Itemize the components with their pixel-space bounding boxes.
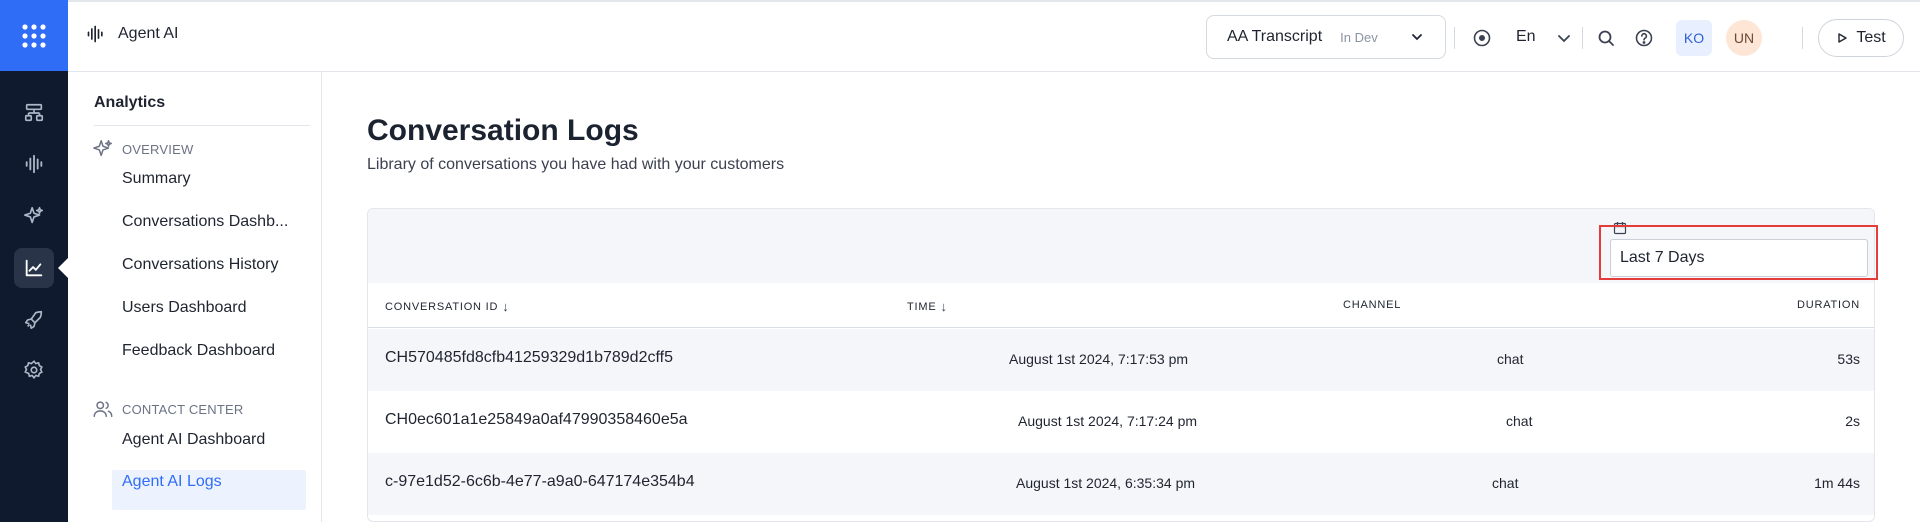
conversation-id: c-97e1d52-6c6b-4e77-a9a0-647174e354b4 <box>385 473 695 490</box>
app-launcher-button[interactable] <box>0 0 68 71</box>
top-header: Agent AI AA Transcript In Dev En KO UN T… <box>68 0 1920 72</box>
test-button[interactable]: Test <box>1818 19 1904 57</box>
conversation-channel: chat <box>1506 413 1533 429</box>
column-label: CHANNEL <box>1343 299 1402 311</box>
table-row[interactable]: c-97e1d52-6c6b-4e77-a9a0-647174e354b4 Au… <box>368 453 1874 515</box>
avatar-un[interactable]: UN <box>1726 20 1762 56</box>
icon-rail <box>0 0 68 522</box>
header-divider <box>1802 27 1803 49</box>
search-icon[interactable] <box>1596 28 1616 48</box>
rail-settings-button[interactable] <box>14 350 54 390</box>
rail-voice-button[interactable] <box>14 144 54 184</box>
calendar-icon <box>1613 222 1627 235</box>
sidebar-item-label: Agent AI Logs <box>122 473 222 490</box>
sidebar-item-feedback-dashboard[interactable]: Feedback Dashboard <box>122 342 318 360</box>
conversation-channel: chat <box>1492 475 1519 491</box>
header-divider <box>1582 27 1583 49</box>
users-icon <box>93 401 113 418</box>
section-label: CONTACT CENTER <box>122 401 244 417</box>
header-divider <box>1454 27 1455 49</box>
column-conversation-id[interactable]: CONVERSATION ID ↓ <box>385 299 510 314</box>
waveform-icon <box>25 154 43 174</box>
help-icon[interactable] <box>1634 28 1654 48</box>
sidebar-item-conversations-history[interactable]: Conversations History <box>122 256 318 274</box>
gear-icon <box>24 360 43 380</box>
table-header: CONVERSATION ID ↓ TIME ↓ CHANNEL DURATIO… <box>368 283 1874 328</box>
language-selector[interactable]: En <box>1516 28 1536 46</box>
page-subtitle: Library of conversations you have had wi… <box>367 156 785 173</box>
divider <box>94 125 310 126</box>
sort-arrow-icon: ↓ <box>502 299 510 314</box>
conversation-duration: 1m 44s <box>1814 475 1860 491</box>
page-title: Conversation Logs <box>367 114 639 147</box>
rail-deploy-button[interactable] <box>14 300 54 340</box>
app-name: AA Transcript <box>1227 28 1323 45</box>
sparkle-icon <box>93 140 112 157</box>
table-row[interactable]: CH570485fd8cfb41259329d1b789d2cff5 Augus… <box>368 329 1874 391</box>
test-label: Test <box>1856 29 1886 46</box>
app-selector[interactable]: AA Transcript In Dev <box>1206 15 1446 59</box>
section-contact-center: CONTACT CENTER <box>92 398 244 420</box>
app-environment: In Dev <box>1340 29 1378 45</box>
grid-icon <box>22 23 46 48</box>
brand: Agent AI <box>86 24 179 44</box>
conversation-id: CH570485fd8cfb41259329d1b789d2cff5 <box>385 349 673 366</box>
section-label: OVERVIEW <box>122 141 194 157</box>
chevron-down-icon <box>1412 34 1422 41</box>
active-indicator <box>58 258 68 278</box>
analytics-sidebar: Analytics OVERVIEW Summary Conversations… <box>68 72 322 522</box>
play-icon <box>1838 33 1848 43</box>
sidebar-title: Analytics <box>94 94 166 111</box>
conversation-time: August 1st 2024, 6:35:34 pm <box>1016 475 1196 491</box>
column-duration: DURATION <box>1797 299 1860 311</box>
sidebar-item-conversations-dashboard[interactable]: Conversations Dashb... <box>122 213 318 231</box>
column-time[interactable]: TIME ↓ <box>907 299 948 314</box>
conversation-time: August 1st 2024, 7:17:24 pm <box>1018 413 1198 429</box>
waveform-icon <box>87 25 103 43</box>
sidebar-item-summary[interactable]: Summary <box>122 170 318 188</box>
rail-ai-button[interactable] <box>14 196 54 236</box>
chevron-down-icon[interactable] <box>1554 28 1574 48</box>
conversation-channel: chat <box>1497 351 1524 367</box>
table-row[interactable]: CH0ec601a1e25849a0af47990358460e5a Augus… <box>368 391 1874 453</box>
date-range-input[interactable] <box>1610 239 1868 277</box>
sort-arrow-icon: ↓ <box>940 299 948 314</box>
column-label: TIME <box>907 300 937 313</box>
logs-table-panel: CONVERSATION ID ↓ TIME ↓ CHANNEL DURATIO… <box>367 208 1875 522</box>
conversation-time: August 1st 2024, 7:17:53 pm <box>1009 351 1189 367</box>
filter-bar <box>368 209 1874 283</box>
column-label: DURATION <box>1796 299 1860 311</box>
rocket-icon <box>24 310 43 330</box>
rail-analytics-button[interactable] <box>14 248 54 288</box>
sidebar-item-users-dashboard[interactable]: Users Dashboard <box>122 299 318 317</box>
rail-flows-button[interactable] <box>14 93 54 133</box>
flow-icon <box>24 103 44 122</box>
conversation-duration: 53s <box>1837 351 1860 367</box>
sidebar-item-agent-ai-dashboard[interactable]: Agent AI Dashboard <box>122 431 318 449</box>
conversation-duration: 2s <box>1845 413 1860 429</box>
column-channel: CHANNEL <box>1343 299 1401 311</box>
column-label: CONVERSATION ID <box>385 300 499 313</box>
target-icon[interactable] <box>1472 28 1492 48</box>
chart-line-icon <box>25 259 43 277</box>
section-overview: OVERVIEW <box>92 138 193 160</box>
sparkle-icon <box>24 206 44 224</box>
avatar-ko[interactable]: KO <box>1676 20 1712 56</box>
brand-label: Agent AI <box>118 25 179 42</box>
conversation-id: CH0ec601a1e25849a0af47990358460e5a <box>385 411 688 428</box>
